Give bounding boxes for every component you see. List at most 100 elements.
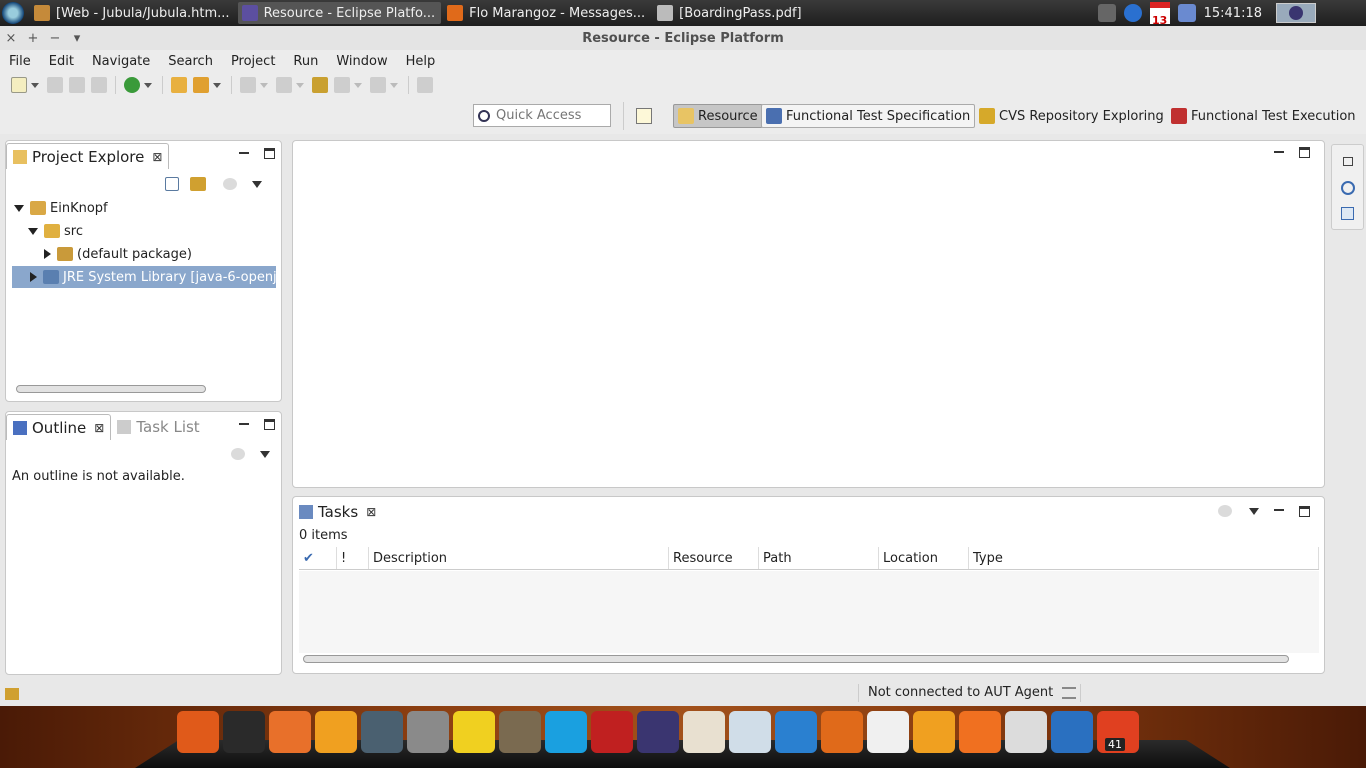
filter-icon[interactable] (1218, 505, 1232, 517)
calendar-icon[interactable]: 13 (1149, 2, 1170, 27)
eclipse-icon[interactable] (637, 711, 679, 753)
new-dropdown-icon[interactable] (31, 82, 39, 88)
os-menu-icon[interactable] (2, 2, 24, 24)
minimize-icon[interactable] (1273, 147, 1285, 159)
next-annotation-dropdown-icon[interactable] (260, 82, 268, 88)
window-menu-button[interactable]: ▾ (66, 31, 88, 46)
update-manager-icon[interactable]: 41 (1097, 711, 1139, 753)
shopping-bag-icon[interactable] (269, 711, 311, 753)
tree-item[interactable]: JRE System Library [java-6-openj (12, 266, 277, 288)
last-edit-location-icon[interactable] (312, 77, 328, 93)
notification-icon[interactable] (1123, 4, 1142, 22)
editor-area[interactable] (292, 140, 1325, 488)
menu-window[interactable]: Window (327, 54, 396, 69)
tab-tasks[interactable]: Tasks ⊠ (293, 499, 383, 525)
wifi-icon[interactable] (1097, 4, 1116, 22)
menu-search[interactable]: Search (159, 54, 222, 69)
tree-item[interactable]: src (12, 220, 83, 242)
previous-annotation-icon[interactable] (276, 77, 292, 93)
open-perspective-icon[interactable] (636, 108, 652, 124)
taskbar-item[interactable]: [Web - Jubula/Jubula.htm... (30, 2, 236, 24)
column-header[interactable]: ✔ (299, 547, 337, 569)
battery-icon[interactable] (1177, 4, 1196, 22)
minimize-icon[interactable] (238, 419, 250, 431)
open-task-icon[interactable] (193, 77, 209, 93)
run-dropdown-icon[interactable] (144, 82, 152, 88)
filter-icon[interactable] (223, 178, 237, 190)
close-icon[interactable]: ⊠ (94, 421, 104, 435)
back-icon[interactable] (334, 77, 350, 93)
forward-dropdown-icon[interactable] (390, 82, 398, 88)
link-with-editor-icon[interactable] (190, 177, 206, 191)
settings-icon[interactable] (913, 711, 955, 753)
terminal-icon[interactable] (223, 711, 265, 753)
archive-icon[interactable] (1005, 711, 1047, 753)
save-all-icon[interactable] (69, 77, 85, 93)
horizontal-scrollbar[interactable] (303, 655, 1289, 663)
cheat-sheet-icon[interactable] (1341, 207, 1354, 220)
menu-file[interactable]: File (0, 54, 40, 69)
maximize-icon[interactable] (264, 148, 275, 159)
open-folder-icon[interactable] (171, 77, 187, 93)
perspective-resource[interactable]: Resource (673, 104, 763, 128)
tab-task-list[interactable]: Task List (111, 414, 205, 440)
presentation-icon[interactable] (683, 711, 725, 753)
skype-icon[interactable] (545, 711, 587, 753)
minimize-window-button[interactable]: − (44, 31, 66, 46)
save-icon[interactable] (47, 77, 63, 93)
minimize-icon[interactable] (1273, 505, 1285, 517)
column-header[interactable]: Type (969, 547, 1319, 569)
clock[interactable]: 15:41:18 (1204, 6, 1262, 21)
open-task-dropdown-icon[interactable] (213, 82, 221, 88)
menu-run[interactable]: Run (284, 54, 327, 69)
close-icon[interactable]: ⊠ (366, 505, 376, 519)
taskbar-item[interactable]: Flo Marangoz - Messages... (443, 2, 651, 24)
perspective-functional-test-execution[interactable]: Functional Test Execution (1167, 104, 1360, 128)
dropbox-icon[interactable] (775, 711, 817, 753)
column-header[interactable]: Resource (669, 547, 759, 569)
view-menu-icon[interactable] (260, 450, 270, 458)
quick-access-input[interactable] (496, 108, 606, 123)
tab-outline[interactable]: Outline ⊠ (6, 414, 112, 440)
owl-icon[interactable] (361, 711, 403, 753)
quick-access[interactable] (473, 104, 611, 127)
menu-navigate[interactable]: Navigate (83, 54, 159, 69)
filter-icon[interactable] (231, 448, 245, 460)
close-window-button[interactable]: × (0, 31, 22, 46)
tree-item[interactable]: EinKnopf (12, 197, 108, 219)
help-icon[interactable] (1341, 181, 1355, 195)
expanded-arrow-icon[interactable] (28, 227, 38, 235)
home-folder-icon[interactable] (959, 711, 1001, 753)
document-icon[interactable] (729, 711, 771, 753)
pin-editor-icon[interactable] (417, 77, 433, 93)
back-dropdown-icon[interactable] (354, 82, 362, 88)
taskbar-item[interactable]: [BoardingPass.pdf] (653, 2, 807, 24)
column-header[interactable]: ! (337, 547, 369, 569)
fast-view-icon[interactable] (5, 688, 19, 700)
agent-status-icon[interactable] (1062, 687, 1076, 699)
forward-icon[interactable] (370, 77, 386, 93)
perspective-cvs-repository-exploring[interactable]: CVS Repository Exploring (975, 104, 1168, 128)
restore-icon[interactable] (1343, 157, 1353, 166)
column-header[interactable]: Path (759, 547, 879, 569)
color-blocks-icon[interactable] (591, 711, 633, 753)
perspective-functional-test-specification[interactable]: Functional Test Specification (761, 104, 976, 128)
column-header[interactable]: Description (369, 547, 669, 569)
teapot-icon[interactable] (453, 711, 495, 753)
print-icon[interactable] (91, 77, 107, 93)
settings-icon[interactable] (315, 711, 357, 753)
minimize-icon[interactable] (238, 148, 250, 160)
tab-project-explorer[interactable]: Project Explore ⊠ (6, 143, 170, 169)
new-icon[interactable] (11, 77, 27, 93)
menu-edit[interactable]: Edit (40, 54, 83, 69)
accessibility-icon[interactable] (1051, 711, 1093, 753)
maximize-window-button[interactable]: + (22, 31, 44, 46)
calculator-icon[interactable] (407, 711, 449, 753)
maximize-icon[interactable] (1299, 147, 1310, 158)
collapsed-arrow-icon[interactable] (30, 272, 37, 282)
gimp-icon[interactable] (499, 711, 541, 753)
maximize-icon[interactable] (1299, 505, 1310, 517)
expanded-arrow-icon[interactable] (14, 204, 24, 212)
ubuntu-icon[interactable] (177, 711, 219, 753)
taskbar-item[interactable]: Resource - Eclipse Platfo... (237, 2, 442, 24)
